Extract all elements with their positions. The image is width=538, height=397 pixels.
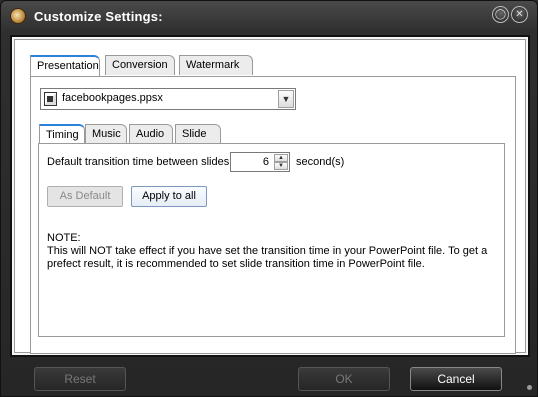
as-default-button[interactable]: As Default <box>47 186 123 207</box>
ok-button[interactable]: OK <box>298 367 390 391</box>
content-frame: Presentation Conversion Watermark facebo… <box>10 35 530 357</box>
reset-button[interactable]: Reset <box>34 367 126 391</box>
transition-time-stepper[interactable]: 6 ▲ ▼ <box>230 152 290 172</box>
close-button[interactable]: ✕ <box>511 6 528 23</box>
cancel-button[interactable]: Cancel <box>410 367 502 391</box>
minimize-button[interactable]: ◯ <box>492 6 509 23</box>
stepper-down-icon[interactable]: ▼ <box>274 162 288 170</box>
tab-conversion[interactable]: Conversion <box>105 55 175 75</box>
presentation-file-select[interactable]: facebookpages.ppsx ▼ <box>40 88 296 110</box>
presentation-file-icon <box>44 92 57 106</box>
window-title: Customize Settings: <box>34 9 163 24</box>
file-select-value: facebookpages.ppsx <box>62 92 163 104</box>
timing-panel: Default transition time between slides: … <box>38 143 505 337</box>
presentation-panel: facebookpages.ppsx ▼ Timing Music Audio … <box>30 76 516 354</box>
transition-time-label: Default transition time between slides: <box>47 156 233 168</box>
time-unit-label: second(s) <box>296 156 345 168</box>
note-body: This will NOT take effect if you have se… <box>47 245 488 270</box>
tab-music[interactable]: Music <box>85 124 127 144</box>
tab-audio[interactable]: Audio <box>129 124 173 144</box>
resize-grip[interactable] <box>527 385 532 390</box>
content-area: Presentation Conversion Watermark facebo… <box>14 39 526 354</box>
customize-settings-window: Customize Settings: ◯ ✕ Presentation Con… <box>0 0 538 397</box>
chevron-down-icon[interactable]: ▼ <box>278 90 294 108</box>
tab-slide[interactable]: Slide <box>175 124 221 144</box>
stepper-up-icon[interactable]: ▲ <box>274 154 288 162</box>
note-text: NOTE: This will NOT take effect if you h… <box>47 232 497 271</box>
note-title: NOTE: <box>47 232 81 244</box>
transition-time-value[interactable]: 6 <box>263 156 269 168</box>
tab-watermark[interactable]: Watermark <box>179 55 253 75</box>
app-disc-icon <box>10 8 26 24</box>
close-icon: ✕ <box>515 9 524 20</box>
apply-to-all-button[interactable]: Apply to all <box>131 186 207 207</box>
tab-presentation[interactable]: Presentation <box>30 55 100 77</box>
title-bar[interactable]: Customize Settings: ◯ ✕ <box>1 1 537 35</box>
minimize-icon: ◯ <box>494 9 507 20</box>
